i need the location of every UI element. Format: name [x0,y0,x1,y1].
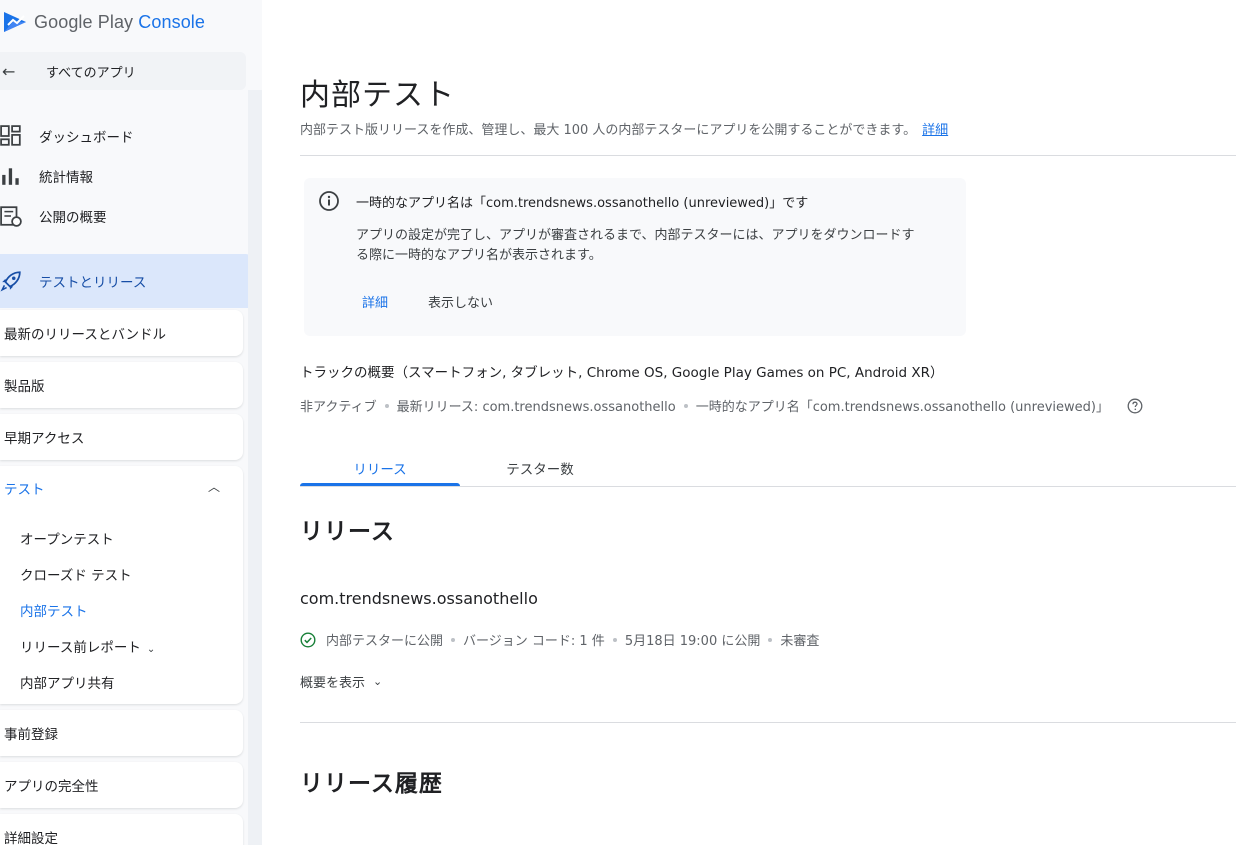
tab-label: テスター数 [506,462,574,478]
info-icon [319,191,339,211]
back-to-all-apps[interactable]: ← すべてのアプリ [0,52,246,90]
brand-title: Google Play Console [34,11,206,32]
separator-dot [612,637,617,642]
sidebar-item-label: テストとリリース [39,275,147,291]
sidebar-item-production[interactable]: 製品版 [0,362,243,408]
sidebar-item-dashboard[interactable]: ダッシュボード [0,118,250,154]
bar-chart-icon [2,168,19,185]
dashboard-icon [0,125,21,146]
back-label: すべてのアプリ [46,65,136,81]
chevron-down-icon: ⌄ [146,644,156,655]
notice-dismiss-button[interactable]: 表示しない [428,292,493,311]
sidebar-group-label: テスト [4,482,45,498]
sidebar: Google Play Console ← すべてのアプリ ダッシュボード 統計… [0,0,262,845]
sidebar-item-label: アプリの完全性 [4,779,99,795]
sidebar-item-label: ダッシュボード [39,130,134,146]
release-meta: 内部テスターに公開 バージョン コード: 1 件 5月18日 19:00 に公開… [300,630,819,649]
sidebar-item-open-testing[interactable]: オープンテスト [20,528,114,548]
sidebar-group-testing: テスト ︿ オープンテスト クローズド テスト 内部テスト リリース前レポート ⌄… [0,466,243,704]
sidebar-item-early-access[interactable]: 早期アクセス [0,414,243,460]
release-status: 内部テスターに公開 [326,634,444,649]
notice-title: 一時的なアプリ名は「com.trendsnews.ossanothello (u… [356,196,809,211]
tab-testers[interactable]: テスター数 [460,450,620,486]
page-description-text: 内部テスト版リリースを作成、管理し、最大 100 人の内部テスターにアプリを公開… [300,123,917,138]
sidebar-item-statistics[interactable]: 統計情報 [0,158,250,194]
sidebar-item-advanced-settings[interactable]: 詳細設定 [0,814,243,845]
sidebar-item-latest-releases[interactable]: 最新のリリースとバンドル [0,310,243,356]
check-circle-icon [300,631,316,648]
sidebar-item-test-and-release[interactable]: テストとリリース [0,254,250,308]
sidebar-item-label: 最新のリリースとバンドル [4,327,166,343]
sidebar-item-internal-testing[interactable]: 内部テスト [20,600,88,620]
help-icon[interactable] [1127,398,1143,414]
sidebar-item-label: リリース前レポート [20,640,141,656]
release-version-code: バージョン コード: 1 件 [463,634,605,649]
page-description: 内部テスト版リリースを作成、管理し、最大 100 人の内部テスターにアプリを公開… [300,119,948,138]
separator-dot [768,637,773,642]
track-status: 非アクティブ [300,400,377,415]
tabs-divider [300,486,1236,487]
sidebar-item-pre-registration[interactable]: 事前登録 [0,710,243,756]
divider [300,155,1236,156]
sidebar-group-testing-toggle[interactable]: テスト ︿ [4,478,234,498]
track-latest-release: 最新リリース: com.trendsnews.ossanothello [396,400,676,415]
sidebar-item-label: 早期アクセス [4,431,85,447]
separator-dot [683,403,688,408]
track-temp-app-name: 一時的なアプリ名「com.trendsnews.ossanothello (un… [695,400,1109,415]
sidebar-item-app-integrity[interactable]: アプリの完全性 [0,762,243,808]
separator-dot [451,637,456,642]
learn-more-link[interactable]: 詳細 [922,123,948,138]
play-console-logo-icon [4,12,26,32]
sidebar-scroll-gutter [248,90,262,845]
chevron-down-icon: ⌄ [373,675,383,688]
show-summary-button[interactable]: 概要を表示 ⌄ [300,672,382,691]
release-published-time: 5月18日 19:00 に公開 [624,634,761,649]
rocket-icon [0,271,21,292]
show-summary-label: 概要を表示 [300,676,366,691]
track-overview-title: トラックの概要（スマートフォン, タブレット, Chrome OS, Googl… [300,365,944,381]
separator-dot [384,403,389,408]
sidebar-item-internal-app-sharing[interactable]: 内部アプリ共有 [20,672,115,692]
divider [300,722,1236,723]
track-overview-meta: 非アクティブ 最新リリース: com.trendsnews.ossanothel… [300,396,1143,415]
releases-heading: リリース [300,519,395,545]
publishing-overview-icon [0,206,22,227]
sidebar-item-label: 事前登録 [4,727,58,743]
page-title: 内部テスト [300,78,455,113]
brand[interactable]: Google Play Console [0,6,205,38]
sidebar-item-closed-testing[interactable]: クローズド テスト [20,564,132,584]
release-history-heading: リリース履歴 [300,771,443,797]
tab-releases[interactable]: リリース [300,450,460,486]
tab-label: リリース [353,462,407,478]
sidebar-item-label: 製品版 [4,379,45,395]
notice-learn-more-button[interactable]: 詳細 [362,292,388,311]
temporary-app-name-notice: 一時的なアプリ名は「com.trendsnews.ossanothello (u… [304,178,966,336]
sidebar-item-label: 公開の概要 [39,210,107,226]
release-name: com.trendsnews.ossanothello [300,589,538,608]
arrow-back-icon: ← [2,61,16,81]
sidebar-item-publishing-overview[interactable]: 公開の概要 [0,198,250,234]
sidebar-item-label: 詳細設定 [4,831,58,845]
sidebar-item-label: 統計情報 [39,170,93,186]
chevron-up-icon: ︿ [207,480,220,494]
main-content: 内部テスト 内部テスト版リリースを作成、管理し、最大 100 人の内部テスターに… [262,0,1236,845]
release-review-status: 未審査 [780,634,820,649]
notice-body: アプリの設定が完了し、アプリが審査されるまで、内部テスターには、アプリをダウンロ… [356,228,915,263]
sidebar-item-pre-launch-report[interactable]: リリース前レポート ⌄ [20,636,155,656]
